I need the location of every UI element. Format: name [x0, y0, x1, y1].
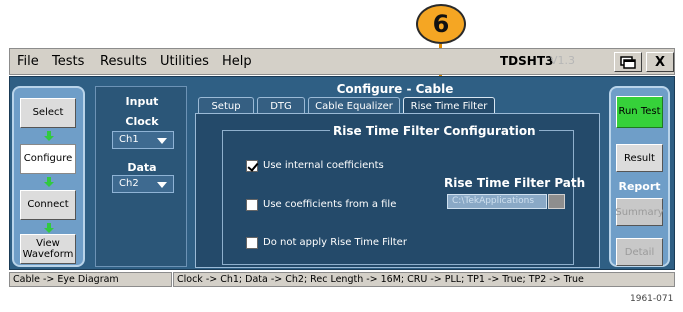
tab-dtg[interactable]: DTG	[257, 97, 305, 114]
menu-bar: File Tests Results Utilities Help TDSHT3…	[9, 48, 675, 75]
clock-label: Clock	[125, 115, 159, 128]
browse-button[interactable]	[548, 194, 565, 209]
use-internal-coefficients-checkbox[interactable]	[246, 160, 258, 172]
run-test-button[interactable]: Run Test	[616, 96, 663, 128]
clock-select[interactable]: Ch1	[112, 131, 174, 149]
down-arrow-icon	[44, 177, 54, 187]
summary-button[interactable]: Summary	[615, 198, 664, 226]
minimize-window-button[interactable]	[614, 52, 642, 72]
input-panel: Input Clock Ch1 Data Ch2	[95, 86, 187, 267]
connect-button[interactable]: Connect	[20, 190, 76, 220]
use-internal-coefficients-label: Use internal coefficients	[263, 160, 384, 171]
config-title: Configure - Cable	[336, 82, 454, 96]
input-title: Input	[125, 95, 159, 108]
use-coefficients-file-checkbox[interactable]	[246, 199, 258, 211]
tab-cable-equalizer[interactable]: Cable Equalizer	[308, 97, 400, 114]
app-name: TDSHT3	[500, 54, 554, 68]
use-coefficients-file-label: Use coefficients from a file	[263, 199, 397, 210]
right-panel: Run Test Result Report Summary Detail	[609, 86, 670, 267]
menu-results[interactable]: Results	[100, 54, 147, 69]
menu-help[interactable]: Help	[222, 54, 252, 69]
detail-button[interactable]: Detail	[616, 238, 663, 266]
data-label: Data	[127, 161, 157, 174]
chevron-down-icon	[157, 138, 167, 144]
down-arrow-icon	[44, 131, 54, 141]
chevron-down-icon	[157, 182, 167, 188]
down-arrow-icon	[44, 223, 54, 233]
group-title: Rise Time Filter Configuration	[330, 124, 539, 138]
close-icon: X	[654, 54, 666, 70]
result-button[interactable]: Result	[616, 144, 663, 172]
filter-path-title: Rise Time Filter Path	[444, 176, 586, 190]
do-not-apply-filter-checkbox[interactable]	[246, 237, 258, 249]
do-not-apply-filter-label: Do not apply Rise Time Filter	[263, 237, 407, 248]
menu-tests[interactable]: Tests	[52, 54, 84, 69]
figure-id: 1961-071	[630, 294, 674, 304]
filter-path-input[interactable]: C:\TekApplications	[447, 194, 547, 209]
clock-value: Ch1	[119, 134, 139, 145]
tab-rise-time-filter[interactable]: Rise Time Filter	[403, 97, 495, 114]
app-version: V1.3	[550, 54, 576, 67]
data-value: Ch2	[119, 178, 139, 189]
report-title: Report	[618, 180, 661, 193]
status-left: Cable -> Eye Diagram	[9, 272, 172, 287]
menu-file[interactable]: File	[17, 54, 39, 69]
status-right: Clock -> Ch1; Data -> Ch2; Rec Length ->…	[173, 272, 675, 287]
tab-setup[interactable]: Setup	[198, 97, 254, 114]
select-button[interactable]: Select	[20, 98, 76, 128]
left-nav: Select Configure Connect View Waveform	[12, 86, 85, 267]
menu-utilities[interactable]: Utilities	[160, 54, 209, 69]
callout-badge: 6	[416, 4, 466, 44]
close-button[interactable]: X	[646, 52, 674, 72]
view-waveform-button[interactable]: View Waveform	[20, 234, 76, 264]
configure-button[interactable]: Configure	[20, 144, 76, 174]
data-select[interactable]: Ch2	[112, 175, 174, 193]
minimize-window-icon	[620, 55, 636, 69]
